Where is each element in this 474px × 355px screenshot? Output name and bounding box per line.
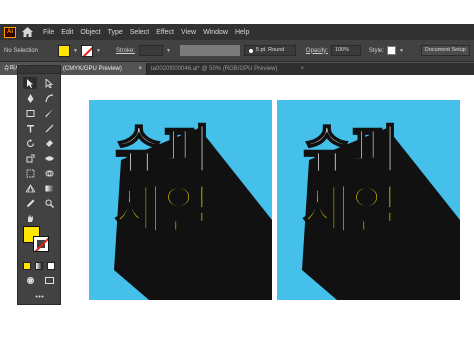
close-icon[interactable]: × [138,63,142,75]
eyedropper-tool-icon[interactable] [23,197,37,209]
artboard-2-art: 슈퍼 세일 [302,120,460,300]
stroke-weight-dropdown-icon[interactable]: ▼ [166,48,171,54]
artboard-1[interactable]: 슈퍼 세일 [89,100,272,300]
stroke-color-box[interactable] [33,236,49,252]
stroke-box-inner [37,240,45,248]
more-tools-icon[interactable] [32,290,46,302]
stroke-label[interactable]: Stroke: [116,48,135,54]
line-tool-icon[interactable] [42,122,56,134]
brush-dot-icon [248,48,253,53]
style-dropdown-icon[interactable]: ▼ [399,48,404,54]
menu-bar: Ai File Edit Object Type Select Effect V… [0,24,474,40]
menu-help[interactable]: Help [235,29,249,36]
tab-document-2[interactable]: ta0020f000046.ai* @ 50% (RGB/GPU Preview… [146,63,308,75]
curvature-tool-icon[interactable] [42,92,56,104]
tab-document-2-label: ta0020f000046.ai* @ 50% (RGB/GPU Preview… [151,66,278,72]
variable-width-profile[interactable] [179,45,240,56]
headline-line1: 슈퍼 [303,121,399,181]
opacity-field[interactable]: 100% [330,45,361,56]
brush-label: 5 pt. Round [255,47,285,53]
artboard-2[interactable]: 슈퍼 세일 [277,100,460,300]
none-slash-icon [48,268,55,270]
control-bar: No Selection ▼ ▼ Stroke: ▼ 5 pt. Round O… [0,40,474,62]
toolbar-grip[interactable] [18,66,60,74]
style-label: Style: [368,47,384,54]
brush-definition-field[interactable]: 5 pt. Round [243,45,296,56]
gradient-mode-swatch[interactable] [35,262,43,270]
free-transform-tool-icon[interactable] [23,167,37,179]
tools-panel [17,65,61,305]
document-setup-button[interactable]: Document Setup [420,45,470,56]
stroke-color-swatch[interactable] [80,44,93,57]
rotate-tool-icon[interactable] [23,137,37,149]
rectangle-tool-icon[interactable] [23,107,37,119]
pen-tool-icon[interactable] [23,92,37,104]
menu-object[interactable]: Object [80,29,100,36]
headline-line2: 세일 [115,181,211,241]
artboard-1-art: 슈퍼 세일 [114,120,272,300]
close-icon[interactable]: × [300,63,304,75]
none-mode-swatch[interactable] [47,262,55,270]
headline-line2: 세일 [303,181,399,241]
draw-mode-icon[interactable] [23,274,37,286]
menu-edit[interactable]: Edit [61,29,73,36]
menu-effect[interactable]: Effect [156,29,174,36]
menu-view[interactable]: View [181,29,196,36]
document-tab-bar: 슈퍼세일 1.ai* @ 50% (CMYK/GPU Preview) × ta… [0,63,474,75]
shape-builder-tool-icon[interactable] [42,167,56,179]
selection-status: No Selection [4,47,39,54]
fill-color-swatch[interactable] [58,44,71,57]
menu-window[interactable]: Window [203,29,228,36]
menu-type[interactable]: Type [108,29,123,36]
style-swatch[interactable] [386,46,396,55]
opacity-label[interactable]: Opacity: [306,48,328,54]
zoom-tool-icon[interactable] [42,197,56,209]
illustrator-window: Ai File Edit Object Type Select Effect V… [0,24,474,333]
stroke-dropdown-icon[interactable]: ▼ [96,48,101,54]
headline-line1: 슈퍼 [115,121,211,181]
selection-tool-icon[interactable] [23,77,37,89]
color-mode-swatch[interactable] [23,262,31,270]
menu-file[interactable]: File [43,29,54,36]
width-tool-icon[interactable] [42,152,56,164]
hand-tool-icon[interactable] [23,212,37,224]
gradient-tool-icon[interactable] [42,182,56,194]
type-tool-icon[interactable] [23,122,37,134]
paintbrush-tool-icon[interactable] [42,107,56,119]
home-icon[interactable] [22,27,33,37]
menu-select[interactable]: Select [130,29,149,36]
fill-dropdown-icon[interactable]: ▼ [73,48,78,54]
stroke-weight-field[interactable] [138,45,163,56]
perspective-grid-tool-icon[interactable] [23,182,37,194]
scale-tool-icon[interactable] [23,152,37,164]
eraser-tool-icon[interactable] [42,137,56,149]
direct-selection-tool-icon[interactable] [42,77,56,89]
canvas-area[interactable]: 슈퍼 세일 슈퍼 세일 [0,75,474,333]
app-logo: Ai [4,26,16,38]
screen-mode-icon[interactable] [42,274,56,286]
